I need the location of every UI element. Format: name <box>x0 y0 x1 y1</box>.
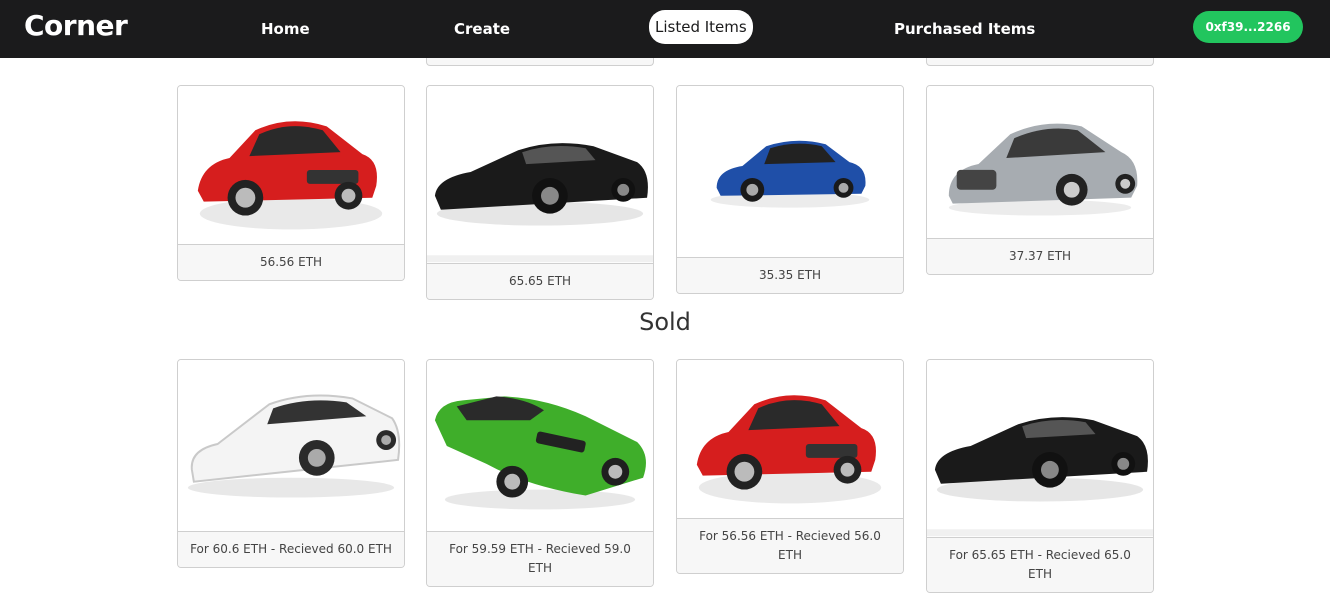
sale-info-label: For 60.6 ETH - Recieved 60.0 ETH <box>178 531 404 567</box>
sale-info-label: For 56.56 ETH - Recieved 56.0 ETH <box>677 518 903 573</box>
blue-sedan-icon <box>677 86 903 257</box>
red-sedan-icon <box>178 86 404 244</box>
car-image <box>948 123 1138 216</box>
black-supercar-icon <box>427 86 653 263</box>
sale-info-label: For 65.65 ETH - Recieved 65.0 ETH <box>927 537 1153 592</box>
wallet-address-button[interactable]: 0xf39...2266 <box>1193 11 1303 43</box>
price-label: 37.37 ETH <box>927 238 1153 274</box>
price-label: 35.35 ETH <box>677 257 903 293</box>
listed-item-card[interactable]: 65.65 ETH <box>426 85 654 300</box>
car-image <box>696 395 882 504</box>
nav-create[interactable]: Create <box>448 14 516 44</box>
sold-item-card[interactable]: For 56.56 ETH - Recieved 56.0 ETH <box>676 359 904 574</box>
nav-purchased-items[interactable]: Purchased Items <box>888 14 1041 44</box>
nav-home[interactable]: Home <box>255 14 316 44</box>
listed-item-card[interactable]: 37.37 ETH <box>926 85 1154 275</box>
price-label: 56.56 ETH <box>178 244 404 280</box>
listed-item-card[interactable]: 35.35 ETH <box>676 85 904 294</box>
silver-sedan-icon <box>927 86 1153 238</box>
navbar: Corner Home Create Listed Items Purchase… <box>0 0 1330 58</box>
sold-section-title: Sold <box>639 308 691 336</box>
nav-listed-items[interactable]: Listed Items <box>649 10 753 44</box>
car-image <box>434 396 646 510</box>
car-image <box>427 143 653 263</box>
brand-logo[interactable]: Corner <box>24 9 128 42</box>
car-image <box>187 394 401 498</box>
car-image <box>927 417 1153 537</box>
sale-info-label: For 59.59 ETH - Recieved 59.0 ETH <box>427 531 653 586</box>
listed-item-card[interactable]: 56.56 ETH <box>177 85 405 281</box>
white-supercar-icon <box>178 360 404 531</box>
red-sedan-icon <box>677 360 903 518</box>
black-supercar-icon <box>927 360 1153 537</box>
sold-item-card[interactable]: For 59.59 ETH - Recieved 59.0 ETH <box>426 359 654 587</box>
car-image <box>710 140 870 208</box>
price-label: 65.65 ETH <box>427 263 653 299</box>
car-image <box>197 121 383 230</box>
sold-item-card[interactable]: For 60.6 ETH - Recieved 60.0 ETH <box>177 359 405 568</box>
green-classic-car-icon <box>427 360 653 531</box>
sold-item-card[interactable]: For 65.65 ETH - Recieved 65.0 ETH <box>926 359 1154 593</box>
